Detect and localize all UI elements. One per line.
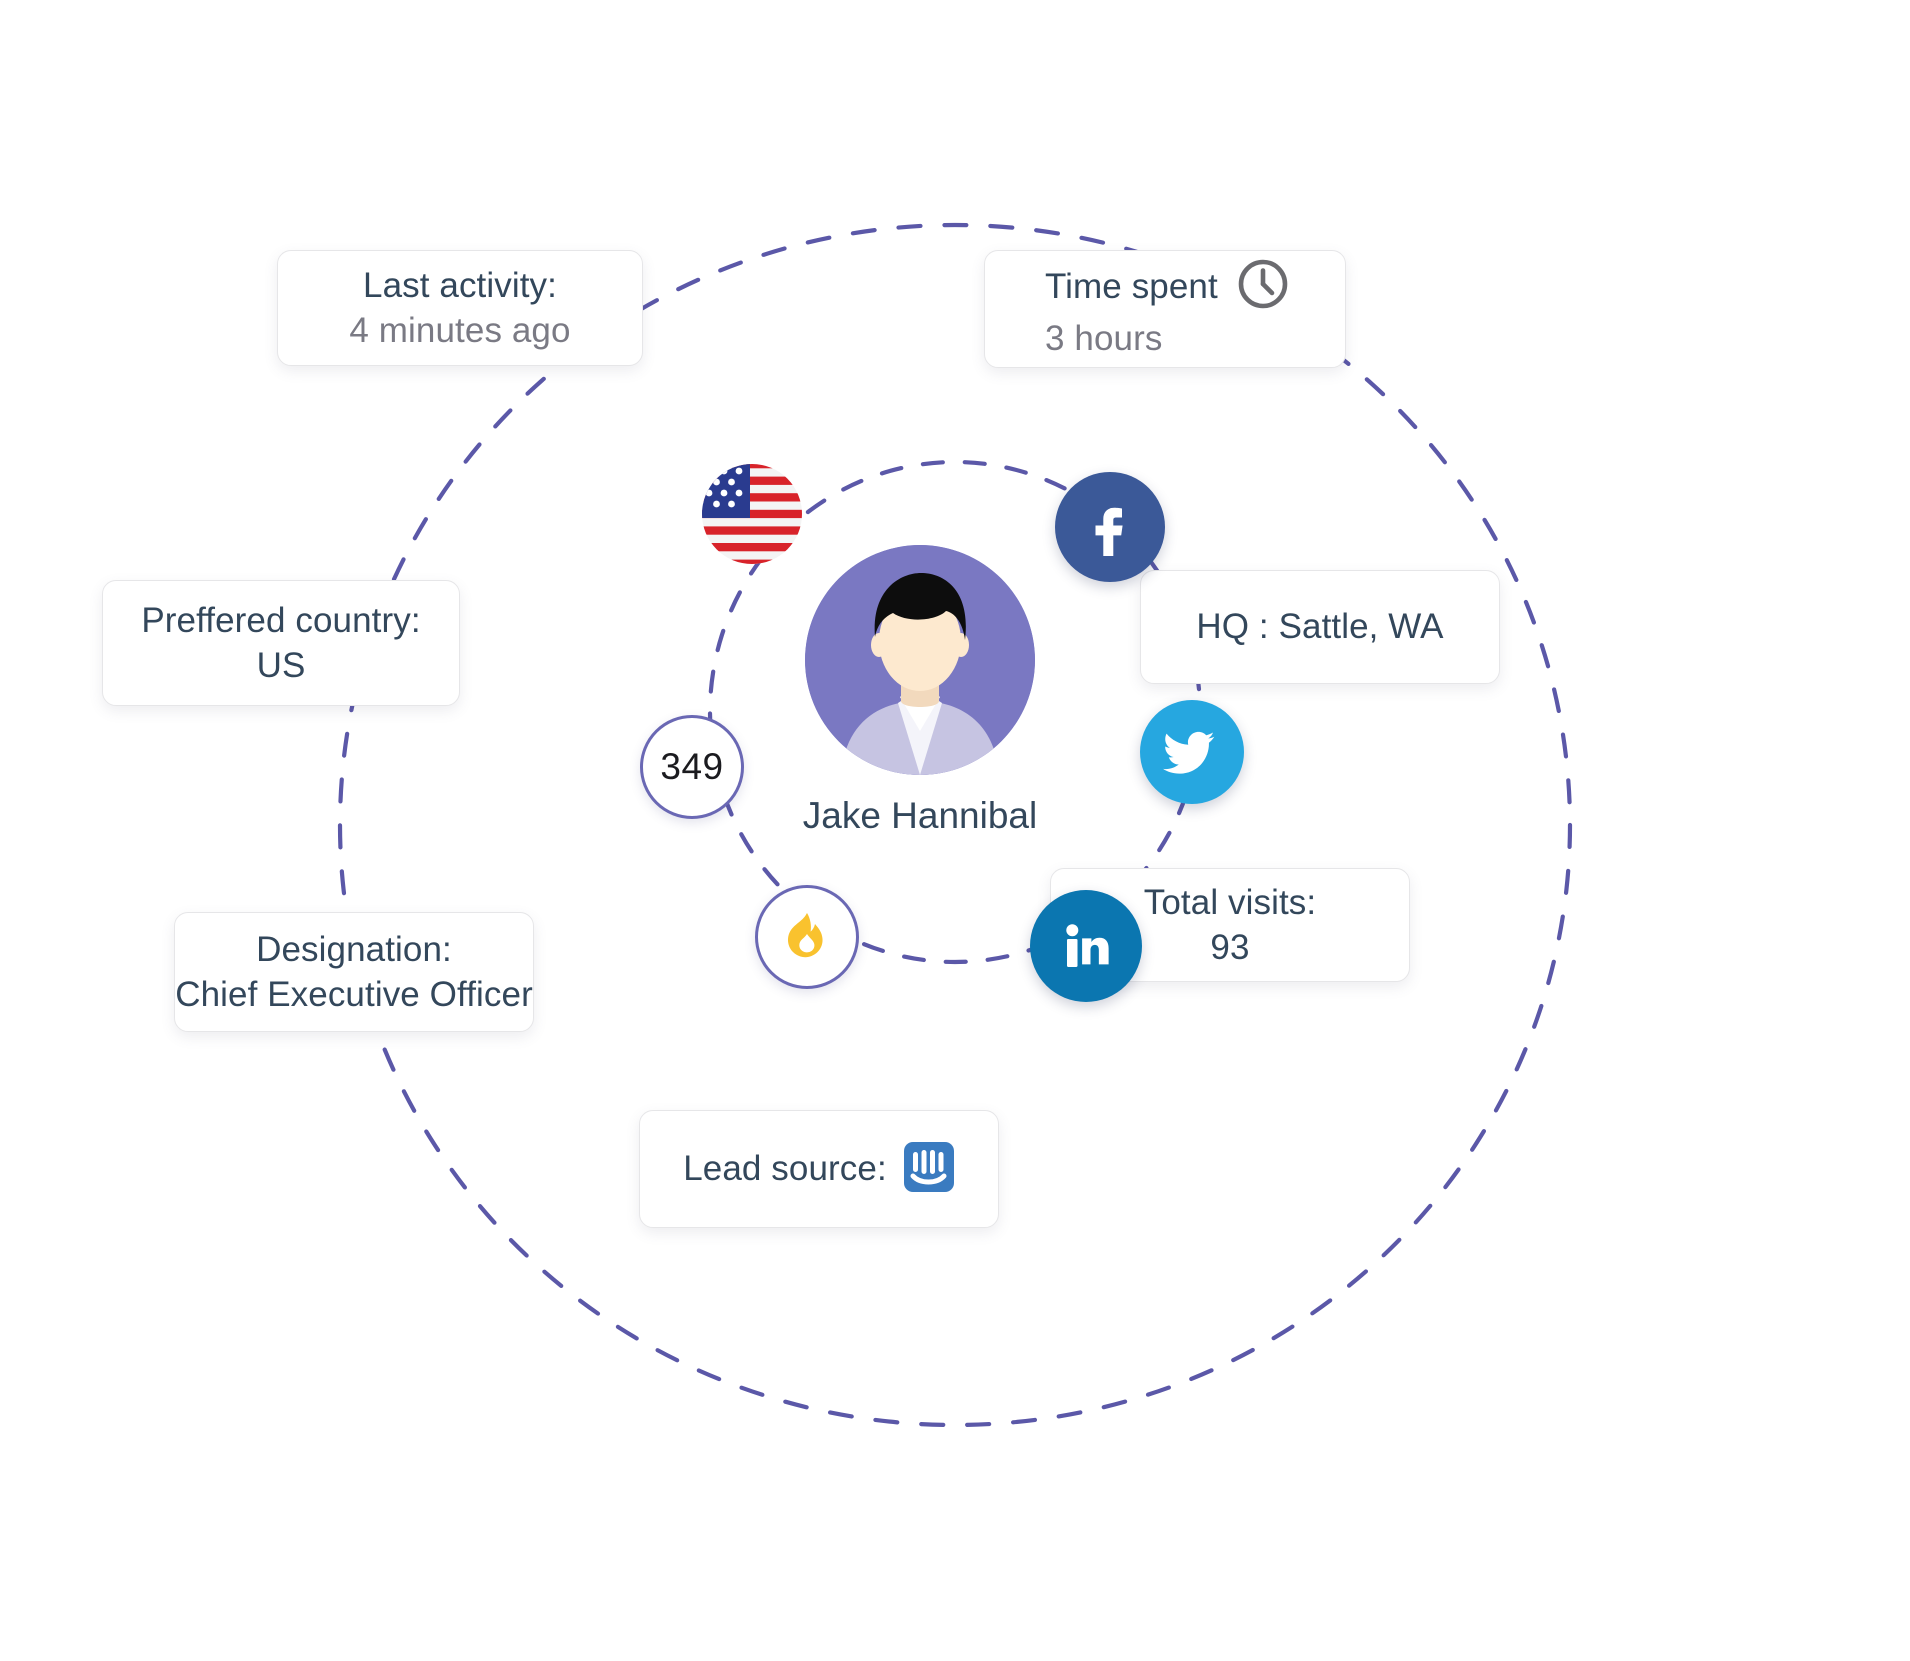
card-last-activity[interactable]: Last activity: 4 minutes ago <box>277 250 643 366</box>
lead-profile-infographic: Last activity: 4 minutes ago Time spent … <box>0 0 1910 1661</box>
flame-icon[interactable] <box>755 885 859 989</box>
card-time-spent[interactable]: Time spent 3 hours <box>984 250 1346 368</box>
linkedin-icon[interactable] <box>1030 890 1142 1002</box>
designation-value: Chief Executive Officer <box>175 975 533 1014</box>
avatar[interactable] <box>805 545 1035 775</box>
last-activity-value: 4 minutes ago <box>349 311 571 350</box>
score-badge[interactable]: 349 <box>640 715 744 819</box>
designation-title: Designation: <box>256 929 452 969</box>
last-activity-title: Last activity: <box>363 265 557 305</box>
lead-source-row: Lead source: <box>683 1141 955 1198</box>
card-lead-source[interactable]: Lead source: <box>639 1110 999 1228</box>
card-preferred-country[interactable]: Preffered country: US <box>102 580 460 706</box>
us-flag-icon[interactable] <box>698 460 806 568</box>
score-badge-value: 349 <box>660 746 724 787</box>
time-spent-title-row: Time spent <box>1045 257 1290 316</box>
time-spent-value: 3 hours <box>1045 318 1163 358</box>
time-spent-title: Time spent <box>1045 266 1218 306</box>
twitter-icon[interactable] <box>1140 700 1244 804</box>
preferred-country-title: Preffered country: <box>141 600 421 640</box>
lead-source-title: Lead source: <box>683 1149 887 1189</box>
preferred-country-value: US <box>256 646 306 685</box>
clock-icon <box>1236 257 1290 316</box>
card-designation[interactable]: Designation: Chief Executive Officer <box>174 912 534 1032</box>
facebook-icon[interactable] <box>1055 472 1165 582</box>
center-profile-cluster: Jake Hannibal 349 <box>640 450 1270 1002</box>
intercom-icon <box>903 1141 955 1198</box>
